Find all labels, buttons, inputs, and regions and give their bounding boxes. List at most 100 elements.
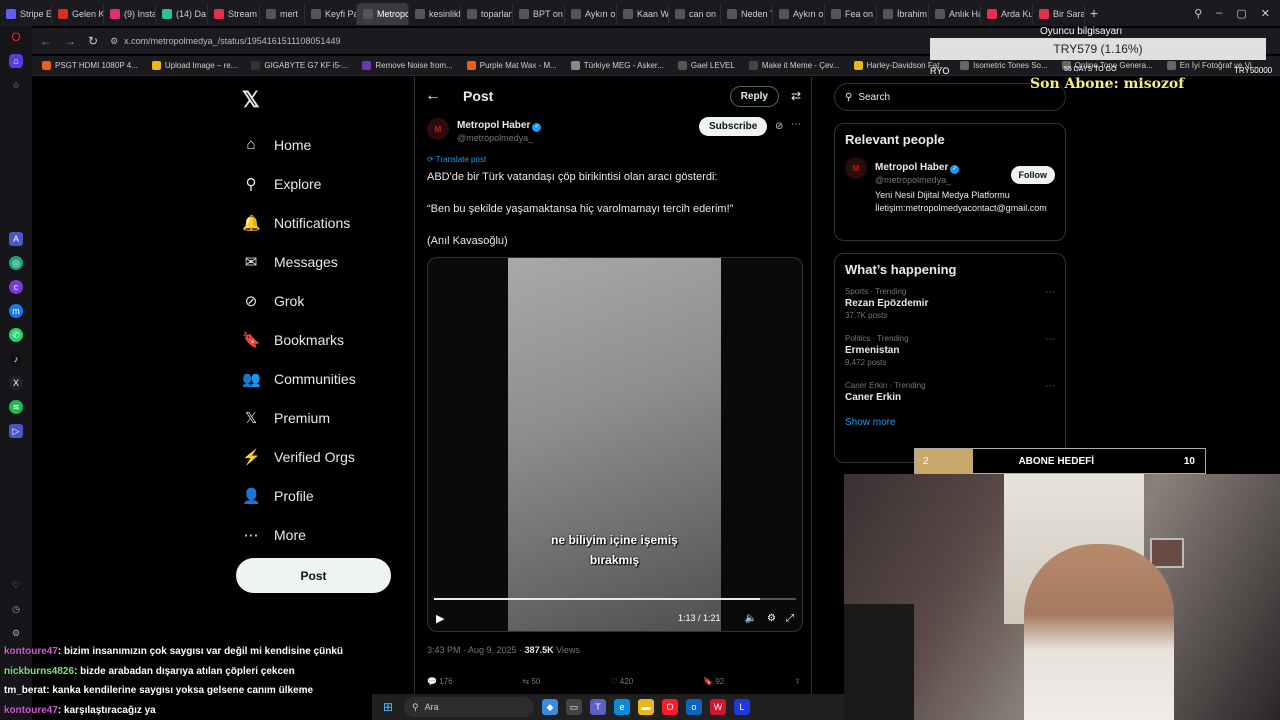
- bookmark-item[interactable]: Purple Mat Wax - M...: [466, 61, 557, 70]
- browser-tab[interactable]: mert: [260, 3, 305, 25]
- nav-item-home[interactable]: ⌂ Home: [242, 125, 356, 164]
- trend-more-icon[interactable]: ⋯: [1045, 381, 1055, 392]
- browser-tab[interactable]: Neden T: [721, 3, 773, 25]
- l-app-icon[interactable]: L: [734, 699, 750, 715]
- browser-tab[interactable]: Arda Ku: [981, 3, 1033, 25]
- more-options-icon[interactable]: ⋯: [791, 119, 801, 130]
- browser-tab[interactable]: can on: [669, 3, 721, 25]
- messenger-icon[interactable]: m: [9, 304, 23, 318]
- nav-item-profile[interactable]: 👤 Profile: [242, 476, 356, 515]
- like-action[interactable]: ♡ 420: [610, 677, 633, 686]
- reload-icon[interactable]: ↻: [88, 34, 98, 48]
- browser-tab[interactable]: Aykırı on: [773, 3, 825, 25]
- browser-tab[interactable]: Anlık Ha: [929, 3, 981, 25]
- nav-item-notifications[interactable]: 🔔 Notifications: [242, 203, 356, 242]
- whatsapp-icon[interactable]: ✆: [9, 328, 23, 342]
- folder-icon[interactable]: ▬: [638, 699, 654, 715]
- repost-action[interactable]: ⇆ 50: [523, 677, 541, 686]
- browser-tab[interactable]: Stream: [208, 3, 260, 25]
- bookmark-action[interactable]: 🔖 92: [703, 677, 724, 686]
- trend-more-icon[interactable]: ⋯: [1045, 287, 1055, 298]
- trend-more-icon[interactable]: ⋯: [1045, 334, 1055, 345]
- heart-icon[interactable]: ♡: [9, 578, 23, 592]
- avatar[interactable]: M: [427, 118, 449, 140]
- video-progress-bar[interactable]: [434, 598, 796, 600]
- trend-item[interactable]: Caner Erkin · Trending Caner Erkin ⋯: [845, 381, 1055, 403]
- player-icon[interactable]: ▷: [9, 424, 23, 438]
- browser-tab[interactable]: (9) Insta: [104, 3, 156, 25]
- trend-item[interactable]: Sports · Trending Rezan Epözdemir 37.7K po…: [845, 287, 1055, 320]
- reply-action[interactable]: 💬 176: [427, 677, 453, 686]
- forward-icon[interactable]: →: [64, 34, 76, 48]
- nav-item-premium[interactable]: 𝕏 Premium: [242, 398, 356, 437]
- follow-button[interactable]: Follow: [1010, 166, 1055, 184]
- opera-logo-icon[interactable]: O: [9, 30, 23, 44]
- grok-icon[interactable]: ⊘: [775, 121, 783, 132]
- browser-tab[interactable]: Bir Sarac: [1033, 3, 1085, 25]
- bookmark-item[interactable]: Make it Meme - Çev...: [748, 61, 840, 70]
- browser-tab[interactable]: Keyfi Pa: [305, 3, 357, 25]
- browser-tab[interactable]: BPT on: [513, 3, 565, 25]
- aria-icon[interactable]: A: [9, 232, 23, 246]
- browser-tab[interactable]: Fea on: [825, 3, 877, 25]
- home-icon[interactable]: ⌂: [9, 54, 23, 68]
- search-tabs-icon[interactable]: ⚲: [1194, 7, 1202, 20]
- tiktok-icon[interactable]: ♪: [9, 352, 23, 366]
- play-icon[interactable]: ▶: [436, 612, 444, 625]
- nav-item-communities[interactable]: 👥 Communities: [242, 359, 356, 398]
- spotify-icon[interactable]: ≋: [9, 400, 23, 414]
- windows-start-icon[interactable]: ⊞: [380, 699, 396, 715]
- browser-tab[interactable]: Stripe E: [0, 3, 52, 25]
- site-info-icon[interactable]: ⚙: [110, 36, 118, 47]
- browser-tab[interactable]: Kaan W: [617, 3, 669, 25]
- nav-item-more[interactable]: ⋯ More: [242, 515, 356, 554]
- teams-icon[interactable]: T: [590, 699, 606, 715]
- bookmark-item[interactable]: Gael LEVEL: [677, 61, 735, 70]
- show-more-link[interactable]: Show more: [845, 417, 1055, 428]
- browser-tab[interactable]: (14) Da: [156, 3, 208, 25]
- minimize-icon[interactable]: –: [1216, 7, 1222, 20]
- back-arrow-icon[interactable]: ←: [425, 87, 441, 105]
- post-button[interactable]: Post: [236, 558, 391, 593]
- nav-item-grok[interactable]: ⊘ Grok: [242, 281, 356, 320]
- copilot-icon[interactable]: ◆: [542, 699, 558, 715]
- back-icon[interactable]: ←: [40, 34, 52, 48]
- w-app-icon[interactable]: W: [710, 699, 726, 715]
- author-handle[interactable]: @metropolmedya_: [457, 133, 541, 143]
- task-view-icon[interactable]: ▭: [566, 699, 582, 715]
- nav-item-messages[interactable]: ✉ Messages: [242, 242, 356, 281]
- filter-icon[interactable]: ⇄: [791, 89, 801, 103]
- browser-tab[interactable]: Aykırı on: [565, 3, 617, 25]
- bookmark-item[interactable]: GIGABYTE G7 KF i5-...: [251, 61, 348, 70]
- browser-tab[interactable]: toparlan: [461, 3, 513, 25]
- maximize-icon[interactable]: ▢: [1236, 7, 1246, 20]
- person-name[interactable]: Metropol Haber: [875, 162, 948, 173]
- post-timestamp[interactable]: 3:43 PM · Aug 9, 2025 ·: [427, 645, 525, 655]
- settings-icon[interactable]: ⚙: [767, 613, 776, 624]
- cs-icon[interactable]: c: [9, 280, 23, 294]
- trend-item[interactable]: Politics · Trending Ermenistan 9,472 posts…: [845, 334, 1055, 367]
- fullscreen-icon[interactable]: ⤢: [786, 613, 794, 624]
- new-tab-button[interactable]: +: [1085, 5, 1103, 21]
- share-icon[interactable]: ⇪: [794, 677, 801, 686]
- outlook-icon[interactable]: o: [686, 699, 702, 715]
- taskbar-search[interactable]: ⚲ Ara: [404, 697, 534, 717]
- bookmark-item[interactable]: Türkiye MEG - Asker...: [570, 61, 664, 70]
- url-field[interactable]: ⚙ x.com/metropolmedya_/status/1954161511…: [110, 36, 340, 47]
- subscribe-button[interactable]: Subscribe: [699, 117, 768, 136]
- video-player[interactable]: ne biliyim içine işemiş bırakmış ▶ 1:13 …: [427, 257, 803, 632]
- avatar[interactable]: M: [845, 157, 867, 179]
- settings-icon[interactable]: ⚙: [9, 626, 23, 640]
- x-logo-icon[interactable]: 𝕏: [242, 87, 260, 113]
- nav-item-explore[interactable]: ⚲ Explore: [242, 164, 356, 203]
- history-icon[interactable]: ◷: [9, 602, 23, 616]
- opera-icon[interactable]: O: [662, 699, 678, 715]
- edge-icon[interactable]: e: [614, 699, 630, 715]
- browser-tab[interactable]: kesinlikle: [409, 3, 461, 25]
- bookmark-item[interactable]: Remove Noise from...: [362, 61, 453, 70]
- reply-button[interactable]: Reply: [729, 85, 779, 107]
- browser-tab[interactable]: Metropol Habe: [357, 3, 409, 25]
- author-name[interactable]: Metropol Haber: [457, 120, 530, 131]
- close-icon[interactable]: ✕: [1261, 7, 1270, 20]
- chatgpt-icon[interactable]: ◎: [9, 256, 23, 270]
